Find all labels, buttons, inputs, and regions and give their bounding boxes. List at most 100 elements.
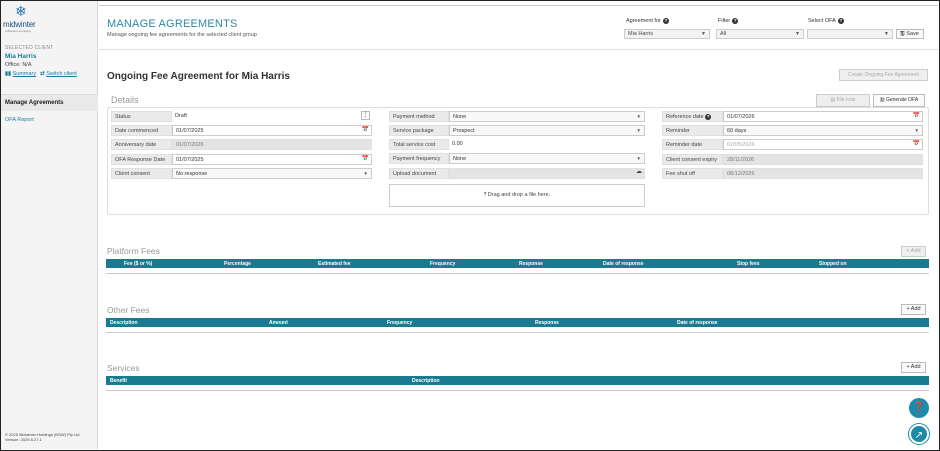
total-service-cost-row: Total service cost 0.00	[389, 139, 645, 150]
column-header[interactable]: Estimated fee	[318, 261, 351, 267]
calendar-icon[interactable]: 📅	[362, 156, 369, 162]
main-content: MANAGE AGREEMENTS Manage ongoing fee agr…	[99, 1, 938, 449]
reminder-date-row: Reminder date 02/05/2026 📅	[662, 139, 923, 150]
details-title: Details	[111, 95, 139, 105]
ofa-title: Ongoing Fee Agreement for Mia Harris	[107, 71, 290, 82]
help-icon[interactable]: ?	[705, 114, 712, 120]
client-links: ▮▮ Summary ⇄ Switch client	[5, 71, 77, 77]
switch-client-link[interactable]: ⇄ Switch client	[40, 71, 77, 77]
total-service-cost-value: 0.00	[452, 141, 463, 147]
column-header[interactable]: Description	[412, 378, 440, 384]
column-header[interactable]: Date of response	[603, 261, 644, 267]
column-header[interactable]: Stopped on	[819, 261, 847, 267]
client-consent-select[interactable]: No response ▼	[172, 168, 372, 179]
chat-icon: ❓	[912, 402, 926, 413]
chevron-down-icon: ▼	[884, 31, 889, 37]
help-icon[interactable]: ?	[732, 18, 739, 24]
add-platform-fee-button[interactable]: + Add	[901, 246, 926, 257]
client-consent-row: Client consent No response ▼	[111, 168, 372, 179]
fee-shut-off-value: 08/12/2026	[723, 168, 923, 179]
header-top-border	[99, 5, 938, 6]
sidebar-footer: © 2025 Midwinter Holdings (NSW) Pty Ltd …	[5, 432, 80, 442]
help-icon[interactable]: ?	[662, 18, 669, 24]
cloud-upload-icon[interactable]: ☁	[636, 169, 642, 175]
chevron-down-icon: ▼	[636, 128, 641, 133]
chevron-down-icon: ▼	[363, 171, 368, 176]
select-ofa-select[interactable]: ▼	[807, 29, 893, 39]
calendar-icon[interactable]: 📅	[362, 127, 369, 133]
date-commenced-input[interactable]: 01/07/2025 📅	[172, 125, 372, 136]
help-icon[interactable]: ?	[837, 18, 844, 24]
client-office: Office: N/A	[5, 62, 32, 68]
selected-client-name[interactable]: Mia Harris	[5, 53, 36, 60]
floppy-icon: 🖫	[900, 31, 905, 37]
add-other-fee-button[interactable]: + Add	[901, 304, 926, 315]
filter-select[interactable]: All ▼	[716, 29, 804, 39]
reference-date-row: Reference date ? 01/07/2026 📅	[662, 111, 923, 122]
filter-label: Filter?	[718, 18, 739, 24]
note-icon: ▤	[830, 97, 836, 103]
client-consent-expiry-value: 28/11/2026	[723, 154, 923, 165]
agreement-for-select[interactable]: Mia Harris ▼	[624, 29, 710, 39]
reminder-select[interactable]: 60 days ▼	[723, 125, 923, 136]
platform-fees-header: Fee ($ or %) Percentage Estimated fee Fr…	[106, 259, 929, 268]
midwinter-logo[interactable]: ❄ midwinter a Bravura company	[3, 4, 43, 36]
client-consent-expiry-row: Client consent expiry 28/11/2026	[662, 154, 923, 165]
upload-document-row: Upload document ☁	[389, 168, 645, 179]
column-header[interactable]: Fee ($ or %)	[124, 261, 152, 267]
reference-date-input[interactable]: 01/07/2026 📅	[723, 111, 923, 122]
file-dropzone[interactable]: ⤒ Drag and drop a file here.	[389, 184, 645, 207]
generate-ofa-button[interactable]: ▥ Generate OFA	[873, 94, 925, 107]
chevron-down-icon: ▼	[795, 31, 800, 37]
column-header[interactable]: Response	[519, 261, 543, 267]
chevron-down-icon: ▼	[701, 31, 706, 37]
services-header: Benefit Description	[106, 376, 929, 385]
other-fees-body	[106, 332, 929, 333]
calendar-icon[interactable]: 📅	[913, 141, 920, 147]
sidebar: ❄ midwinter a Bravura company SELECTED C…	[1, 1, 98, 449]
payment-frequency-select[interactable]: None ▼	[449, 153, 645, 164]
column-header[interactable]: Amount	[269, 320, 288, 326]
create-ofa-button[interactable]: Create Ongoing Fee Agreement	[839, 69, 928, 81]
service-package-row: Service package Prospect ▼	[389, 125, 645, 136]
file-note-button[interactable]: ▤ File note	[816, 94, 870, 107]
column-header[interactable]: Frequency	[430, 261, 455, 267]
column-header[interactable]: Response	[535, 320, 559, 326]
add-service-button[interactable]: + Add	[901, 362, 926, 373]
column-header[interactable]: Date of response	[677, 320, 718, 326]
reminder-date-input[interactable]: 02/05/2026 📅	[723, 139, 923, 150]
column-header[interactable]: Frequency	[387, 320, 412, 326]
services-body	[106, 390, 929, 391]
column-header[interactable]: Percentage	[224, 261, 251, 267]
service-package-select[interactable]: Prospect ▼	[449, 125, 645, 136]
more-options-icon[interactable]: ⋮	[361, 111, 370, 120]
calendar-icon[interactable]: 📅	[913, 113, 920, 119]
external-link-icon: ↗	[914, 430, 924, 441]
summary-link[interactable]: ▮▮ Summary	[5, 71, 36, 77]
anniversary-date-row: Anniversary date 01/07/2026	[111, 139, 372, 150]
payment-method-select[interactable]: None ▼	[449, 111, 645, 122]
fee-shut-off-row: Fee shut off 08/12/2026	[662, 168, 923, 179]
external-link-button[interactable]: ↗	[909, 424, 929, 444]
sidebar-item-manage-agreements[interactable]: Manage Agreements	[1, 95, 98, 111]
chevron-down-icon: ▼	[636, 114, 641, 119]
upload-document-field[interactable]: ☁	[449, 168, 645, 179]
sidebar-item-ofa-report[interactable]: OFA Report	[5, 117, 34, 123]
status-row: Status Draft ⋮	[111, 111, 372, 122]
document-icon: ▥	[879, 97, 885, 103]
summary-icon: ▮▮	[5, 71, 12, 77]
column-header[interactable]: Description	[110, 320, 138, 326]
help-chat-button[interactable]: ❓	[909, 398, 929, 418]
column-header[interactable]: Stop fees	[737, 261, 760, 267]
platform-fees-title: Platform Fees	[107, 246, 160, 256]
column-header[interactable]: Benefit	[110, 378, 127, 384]
ofa-response-date-input[interactable]: 01/07/2025 📅	[172, 154, 372, 165]
other-fees-header: Description Amount Frequency Response Da…	[106, 318, 929, 327]
select-ofa-label: Select OFA?	[808, 18, 844, 24]
selected-client-label: SELECTED CLIENT	[5, 45, 54, 51]
save-button[interactable]: 🖫 Save	[896, 29, 924, 39]
platform-fees-body	[106, 273, 929, 274]
version-text: Version: 2025.6.27.1	[5, 437, 42, 442]
reminder-row: Reminder 60 days ▼	[662, 125, 923, 136]
date-commenced-row: Date commenced 01/07/2025 📅	[111, 125, 372, 136]
